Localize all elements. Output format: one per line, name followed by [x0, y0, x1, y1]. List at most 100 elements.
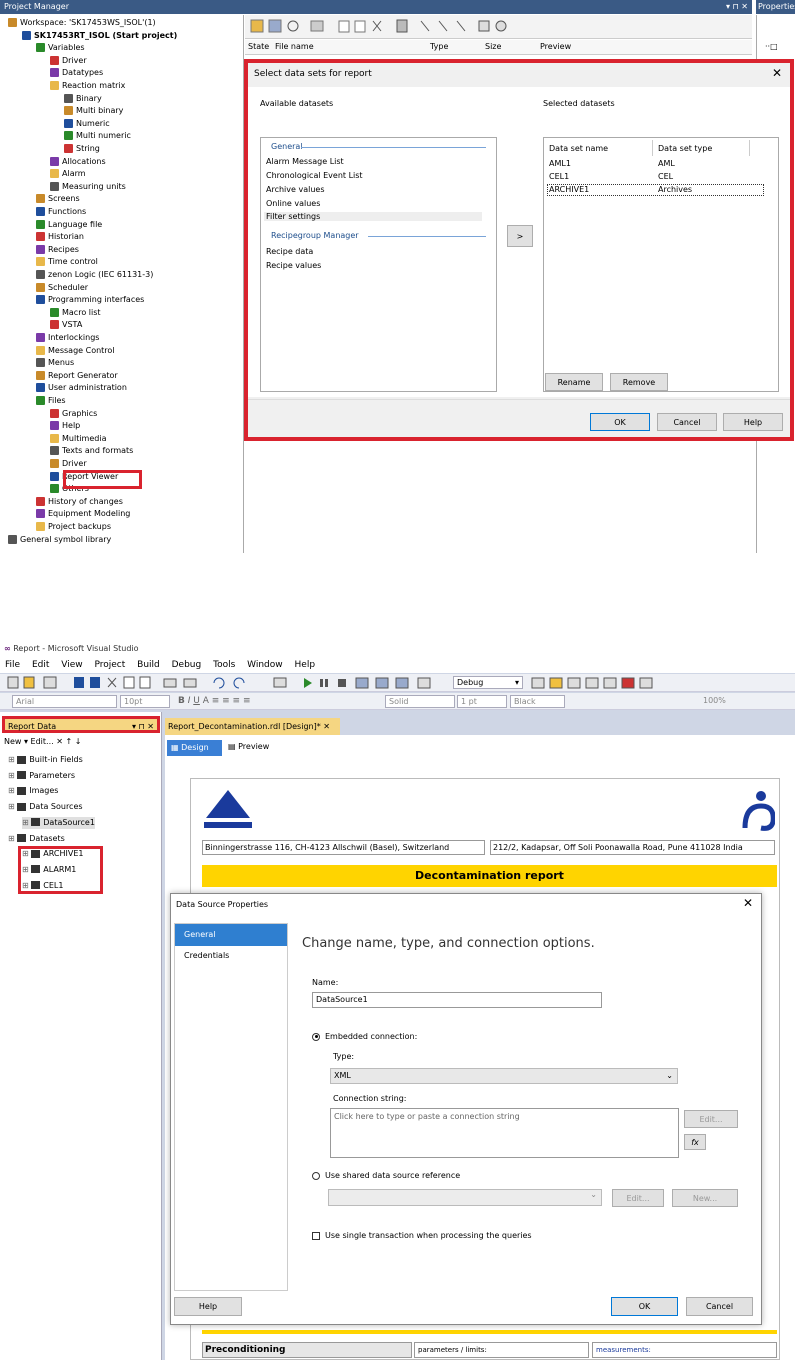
tree-item[interactable]: History of changes: [36, 496, 123, 508]
list-item[interactable]: Online values: [266, 199, 320, 208]
col-size[interactable]: Size: [485, 42, 501, 51]
report-title[interactable]: Decontamination report: [202, 865, 777, 887]
list-item[interactable]: Recipe data: [266, 247, 313, 256]
cancel-button[interactable]: Cancel: [657, 413, 717, 431]
tree-item[interactable]: Multi numeric: [64, 130, 131, 142]
tree-item[interactable]: Datatypes: [50, 67, 103, 79]
expander-icon[interactable]: ⊞: [22, 865, 31, 874]
edit-connection-button[interactable]: Edit...: [684, 1110, 738, 1128]
tree-item[interactable]: Reaction matrix: [50, 80, 125, 92]
connection-string-input[interactable]: Click here to type or paste a connection…: [330, 1108, 679, 1158]
radio-selected-icon[interactable]: [312, 1032, 320, 1041]
menu-help[interactable]: Help: [295, 660, 316, 670]
tree-item[interactable]: Graphics: [50, 408, 97, 420]
table-row-name[interactable]: CEL1: [549, 172, 569, 181]
expression-button[interactable]: fx: [684, 1134, 706, 1150]
expander-icon[interactable]: ⊞: [22, 849, 31, 858]
tree-item[interactable]: String: [64, 143, 100, 155]
new-shared-button[interactable]: New...: [672, 1189, 738, 1207]
single-transaction-checkbox[interactable]: Use single transaction when processing t…: [312, 1231, 532, 1240]
expander-icon[interactable]: ⊞: [8, 755, 17, 764]
menu-edit[interactable]: Edit: [32, 660, 49, 670]
tree-item[interactable]: Binary: [64, 93, 102, 105]
tree-item[interactable]: Alarm: [50, 168, 86, 180]
report-data-node[interactable]: ⊞ Built-in Fields: [8, 754, 83, 766]
report-data-node[interactable]: ⊞ CEL1: [22, 880, 63, 892]
tree-item[interactable]: Interlockings: [36, 332, 99, 344]
tree-item[interactable]: VSTA: [50, 319, 82, 331]
col-file-name[interactable]: File name: [275, 42, 314, 51]
expander-icon[interactable]: ⊞: [8, 802, 17, 811]
tree-item[interactable]: General symbol library: [8, 534, 111, 546]
menu-project[interactable]: Project: [94, 660, 125, 670]
tree-item[interactable]: Multimedia: [50, 433, 106, 445]
table-row-type[interactable]: AML: [658, 159, 675, 168]
report-data-node[interactable]: ⊞ ARCHIVE1: [22, 848, 83, 860]
close-tab-icon[interactable]: ✕: [323, 722, 330, 731]
preconditioning-cell[interactable]: Preconditioning: [202, 1342, 412, 1358]
radio-unselected-icon[interactable]: [312, 1171, 320, 1180]
extra-toolbar-icons[interactable]: [528, 675, 668, 691]
tree-item[interactable]: Equipment Modeling: [36, 508, 130, 520]
tree-item[interactable]: Project backups: [36, 521, 111, 533]
line-width-dropdown[interactable]: 1 pt: [457, 695, 507, 708]
zoom-level[interactable]: 100%: [700, 695, 740, 708]
list-item[interactable]: Alarm Message List: [266, 157, 344, 166]
list-item[interactable]: Chronological Event List: [266, 171, 363, 180]
font-size-dropdown[interactable]: 10pt: [120, 695, 170, 708]
menu-build[interactable]: Build: [137, 660, 160, 670]
expander-icon[interactable]: ⊞: [22, 818, 31, 827]
report-data-node[interactable]: ⊞ Datasets: [8, 833, 65, 845]
expander-icon[interactable]: ⊞: [8, 771, 17, 780]
format-buttons[interactable]: B I U A ≡ ≡ ≡ ≡: [178, 696, 251, 706]
font-dropdown[interactable]: Arial: [12, 695, 117, 708]
list-item[interactable]: Archive values: [266, 185, 325, 194]
report-data-node[interactable]: ⊞ Data Sources: [8, 801, 83, 813]
address-right[interactable]: 212/2, Kadapsar, Off Soli Poonawalla Roa…: [490, 840, 775, 855]
menu-view[interactable]: View: [61, 660, 82, 670]
ok-button[interactable]: OK: [611, 1297, 678, 1316]
expander-icon[interactable]: ⊞: [8, 834, 17, 843]
type-dropdown[interactable]: XML ⌄: [330, 1068, 678, 1084]
shared-reference-radio[interactable]: Use shared data source reference: [312, 1171, 460, 1180]
tree-item[interactable]: SK17453RT_ISOL (Start project): [22, 30, 177, 42]
tab-design[interactable]: ▦ Design: [167, 740, 222, 756]
tree-item[interactable]: Numeric: [64, 118, 110, 130]
panel-controls[interactable]: ▾ ⊓ ✕: [132, 719, 154, 734]
table-row-name[interactable]: AML1: [549, 159, 571, 168]
close-icon[interactable]: ✕: [772, 66, 782, 80]
tree-item[interactable]: Screens: [36, 193, 80, 205]
table-row-type[interactable]: Archives: [658, 185, 692, 194]
list-item[interactable]: Filter settings: [264, 212, 482, 221]
add-dataset-button[interactable]: >: [507, 225, 533, 247]
embedded-radio[interactable]: Embedded connection:: [312, 1032, 417, 1041]
panel-controls[interactable]: ▾ ⊓ ✕: [726, 0, 748, 14]
tree-item[interactable]: Macro list: [50, 307, 101, 319]
standard-toolbar-icons[interactable]: [4, 675, 454, 691]
table-row-name[interactable]: ARCHIVE1: [549, 185, 589, 194]
menu-tools[interactable]: Tools: [213, 660, 235, 670]
table-row-type[interactable]: CEL: [658, 172, 673, 181]
tree-item[interactable]: Variables: [36, 42, 85, 54]
shared-reference-dropdown[interactable]: ⌄: [328, 1189, 602, 1206]
report-data-node[interactable]: ⊞ Parameters: [8, 770, 75, 782]
report-data-node[interactable]: ⊞ Images: [8, 785, 58, 797]
color-dropdown[interactable]: Black: [510, 695, 565, 708]
tree-item[interactable]: Help: [50, 420, 80, 432]
expander-icon[interactable]: ⊞: [8, 786, 17, 795]
tree-item[interactable]: Multi binary: [64, 105, 123, 117]
tree-item[interactable]: Measuring units: [50, 181, 126, 193]
report-data-node[interactable]: ⊞ DataSource1: [22, 816, 95, 829]
address-left[interactable]: Binningerstrasse 116, CH-4123 Allschwil …: [202, 840, 485, 855]
measurements-cell[interactable]: measurements:: [592, 1342, 777, 1358]
help-button[interactable]: Help: [174, 1297, 242, 1316]
cancel-button[interactable]: Cancel: [686, 1297, 753, 1316]
rename-button[interactable]: Rename: [545, 373, 603, 391]
solution-config-dropdown[interactable]: Debug ▾: [453, 676, 523, 689]
tree-item[interactable]: Programming interfaces: [36, 294, 144, 306]
col-data-set-name[interactable]: Data set name: [549, 144, 608, 153]
checkbox-icon[interactable]: [312, 1231, 320, 1240]
help-button[interactable]: Help: [723, 413, 783, 431]
tree-item[interactable]: Driver: [50, 55, 87, 67]
report-data-toolbar[interactable]: New ▾ Edit... ✕ ↑ ↓: [4, 737, 81, 746]
